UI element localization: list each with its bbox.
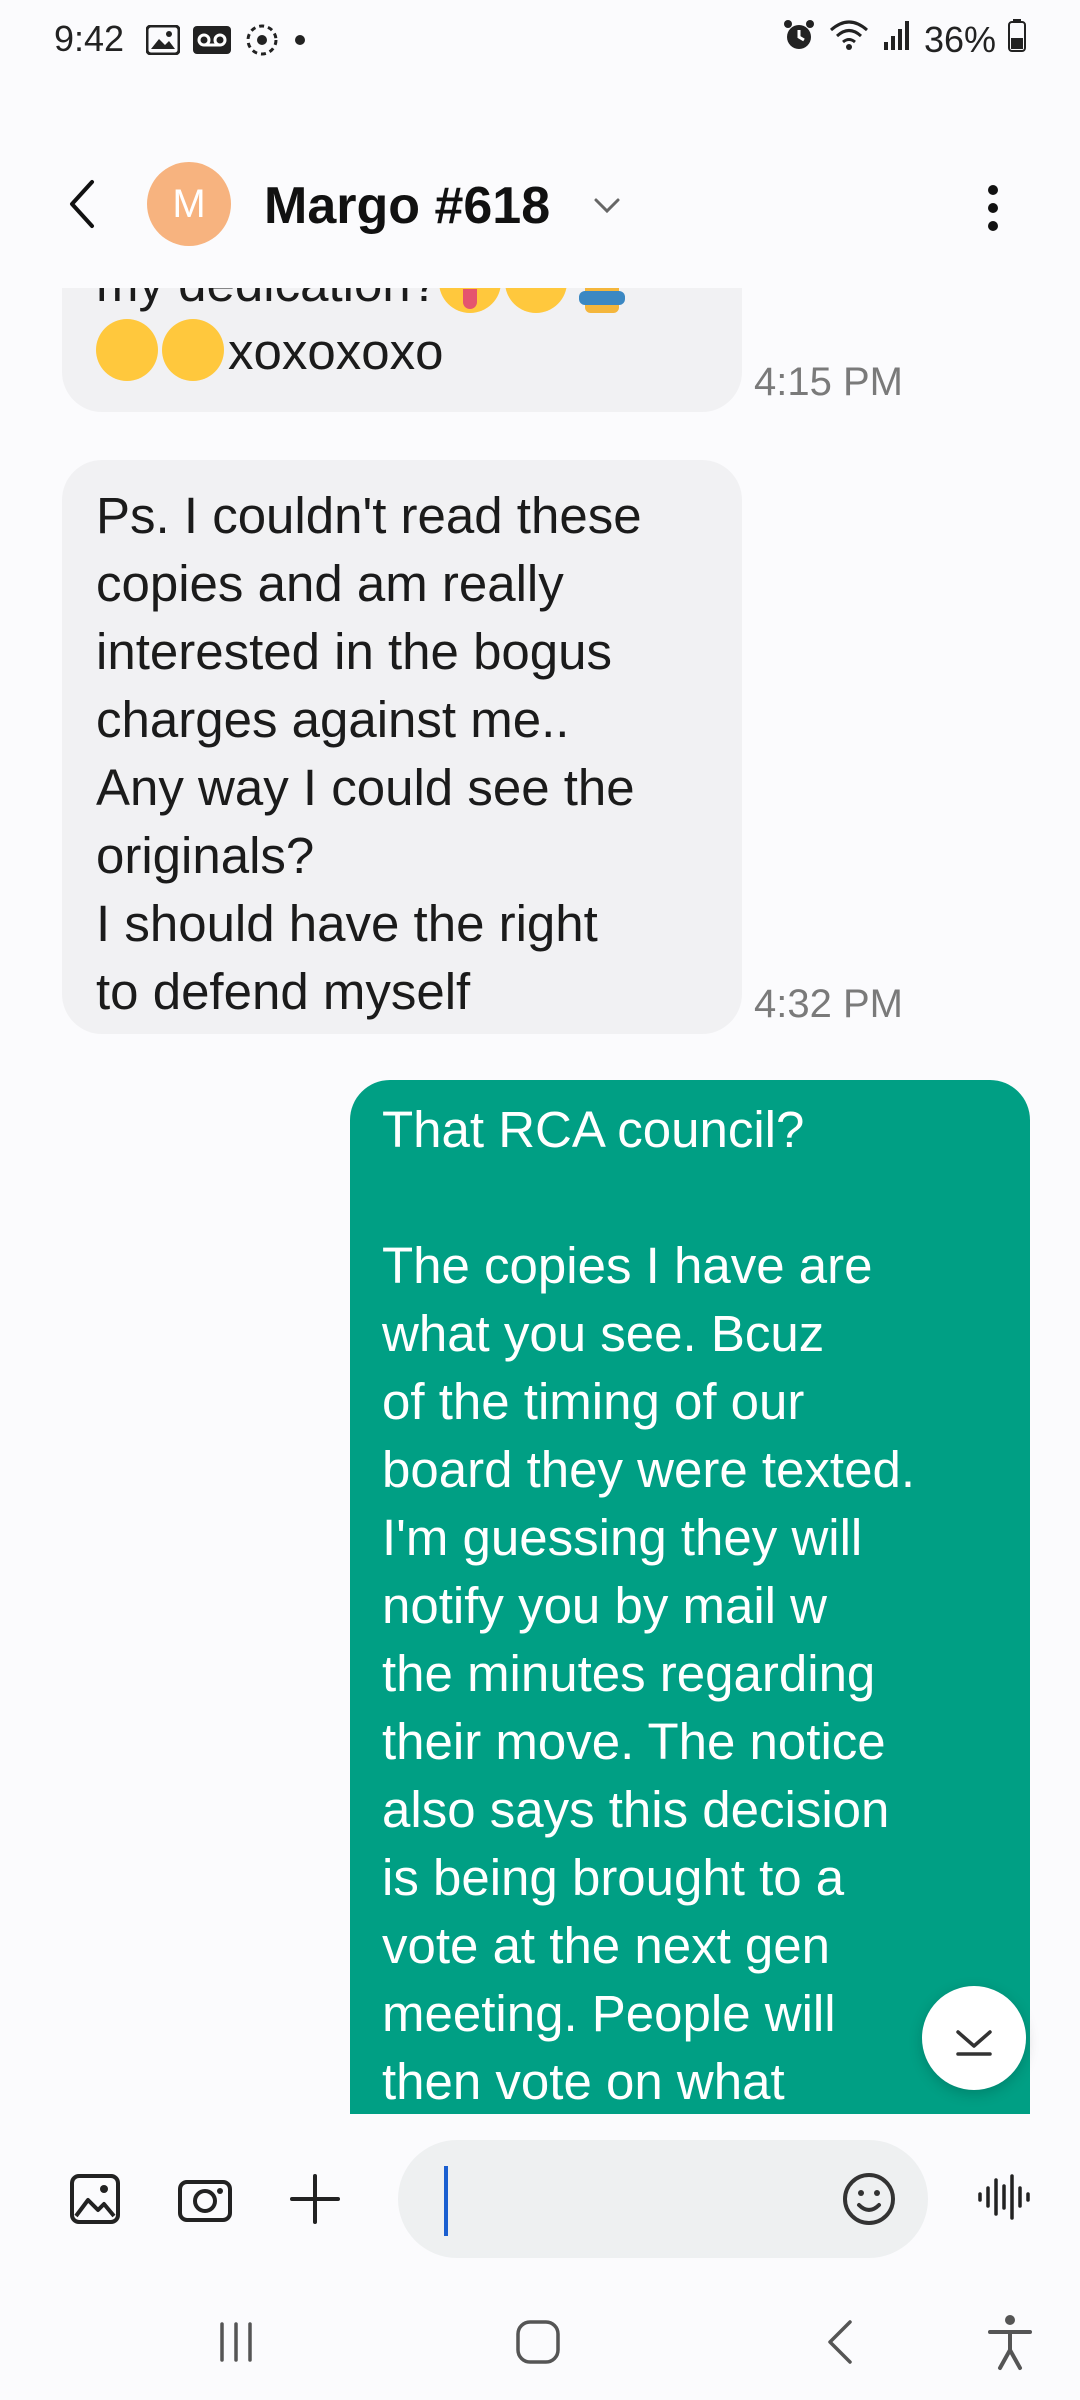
signal-icon	[882, 18, 912, 61]
recents-icon	[220, 2322, 252, 2362]
message-text-line: interested in the bogus	[96, 623, 613, 680]
conversation-header: M Margo #618	[0, 150, 1080, 260]
camera-button[interactable]	[170, 2164, 240, 2234]
voice-wave-icon	[978, 2174, 1030, 2220]
text-cursor	[444, 2166, 448, 2236]
emoji-button[interactable]	[832, 2162, 906, 2236]
accessibility-button[interactable]	[974, 2306, 1046, 2378]
rolling-laughing-emoji	[96, 319, 158, 381]
image-icon	[70, 2174, 120, 2224]
gallery-button[interactable]	[60, 2164, 130, 2234]
scroll-to-bottom-button[interactable]	[922, 1986, 1026, 2090]
recents-button[interactable]	[200, 2306, 272, 2378]
message-text-line	[382, 1164, 998, 1232]
message-text-line: vote at the next gen	[382, 1917, 830, 1974]
winking-face-emoji	[439, 288, 502, 313]
message-list[interactable]: my dedication? xoxoxoxo 4:15 PM Ps. I co…	[0, 288, 1080, 2114]
plus-icon	[290, 2174, 340, 2224]
message-text-line: notify you by mail w	[382, 1577, 828, 1634]
more-vertical-icon	[988, 185, 998, 231]
message-text-line: The copies I have are	[382, 1237, 873, 1294]
grinning-face-emoji	[162, 319, 224, 381]
back-arrow-icon	[70, 180, 94, 228]
message-text-line: also says this decision	[382, 1781, 890, 1838]
contact-name[interactable]: Margo #618	[264, 176, 550, 236]
attach-button[interactable]	[280, 2164, 350, 2234]
voice-record-button[interactable]	[968, 2162, 1038, 2232]
message-text-line: charges against me..	[96, 691, 570, 748]
dot-icon	[292, 25, 308, 60]
message-text-line: Ps. I couldn't read these	[96, 487, 642, 544]
voicemail-icon	[192, 25, 232, 60]
message-text-line: what you see. Bcuz	[382, 1305, 825, 1362]
message-text-line: Any way I could see the	[96, 759, 635, 816]
message-text-line: of the timing of our	[382, 1373, 805, 1430]
camera-icon	[178, 2180, 232, 2222]
image-icon	[145, 24, 181, 60]
wifi-icon	[828, 18, 870, 61]
smiley-icon	[843, 2173, 895, 2225]
message-text-line: I'm guessing they will	[382, 1509, 863, 1566]
message-text-line: then vote on what	[382, 2053, 785, 2110]
sync-icon	[244, 22, 280, 63]
battery-icon	[1008, 18, 1026, 61]
message-text-line: their move. The notice	[382, 1713, 886, 1770]
message-input[interactable]	[398, 2140, 928, 2258]
incoming-message-bubble[interactable]: my dedication? xoxoxoxo	[62, 288, 742, 412]
contact-avatar[interactable]: M	[147, 162, 231, 246]
incoming-message-bubble[interactable]: Ps. I couldn't read these copies and am …	[62, 460, 742, 1034]
system-navigation-bar	[0, 2284, 1080, 2400]
message-text-line: I should have the right	[96, 895, 598, 952]
back-icon	[828, 2320, 852, 2364]
status-time: 9:42	[54, 18, 125, 59]
nav-back-button[interactable]	[806, 2306, 878, 2378]
home-button[interactable]	[502, 2306, 574, 2378]
message-timestamp: 4:15 PM	[754, 360, 903, 404]
message-text-line: xoxoxoxo	[228, 323, 444, 380]
message-text-line: originals?	[96, 827, 315, 884]
smiling-face-emoji	[505, 288, 568, 313]
home-icon	[516, 2320, 560, 2364]
status-bar: 9:42 36%	[0, 0, 1080, 80]
compose-bar	[0, 2114, 1080, 2284]
message-timestamp: 4:32 PM	[754, 982, 903, 1026]
outgoing-message-bubble[interactable]: That RCA council? The copies I have are …	[350, 1080, 1030, 2114]
message-text-line: That RCA council?	[382, 1101, 805, 1158]
message-text-line: to defend myself	[96, 963, 471, 1020]
alarm-icon	[782, 18, 816, 61]
chevron-down-icon	[956, 2030, 992, 2056]
message-text-line: is being brought to a	[382, 1849, 845, 1906]
more-options-button[interactable]	[968, 178, 1018, 238]
folded-hands-emoji	[571, 288, 633, 313]
message-text-line: my dedication?	[96, 288, 439, 312]
message-text-line: meeting. People will	[382, 1985, 836, 2042]
message-text-line: the minutes regarding	[382, 1645, 876, 1702]
chevron-down-icon[interactable]	[590, 188, 624, 222]
battery-level: 36%	[923, 18, 996, 60]
message-text-line: board they were texted.	[382, 1441, 915, 1498]
back-button[interactable]	[58, 174, 108, 234]
accessibility-icon	[988, 2315, 1032, 2370]
message-text-line: copies and am really	[96, 555, 564, 612]
